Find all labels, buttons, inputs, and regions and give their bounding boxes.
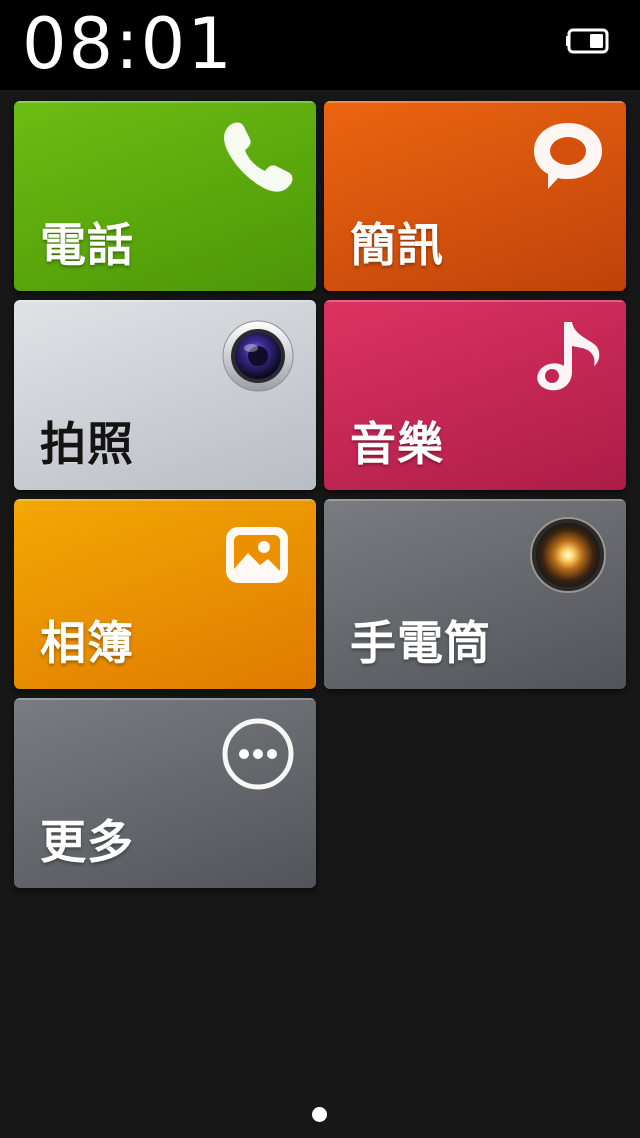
tile-label: 音樂 [350, 417, 444, 471]
tile-label: 電話 [40, 218, 134, 272]
tile-more[interactable]: 更多 [14, 698, 316, 888]
chat-bubble-icon [534, 123, 602, 189]
tile-sms[interactable]: 簡訊 [324, 101, 626, 291]
tile-label: 手電筒 [350, 616, 491, 670]
flashlight-icon [530, 517, 606, 593]
tile-label: 更多 [40, 815, 134, 869]
status-bar: 08:01 [0, 0, 640, 90]
tile-label: 簡訊 [350, 218, 444, 272]
tile-camera[interactable]: 拍照 [14, 300, 316, 490]
page-indicator-dot [312, 1107, 327, 1122]
tile-label: 相簿 [40, 616, 134, 670]
tile-gallery[interactable]: 相簿 [14, 499, 316, 689]
phone-icon [224, 122, 293, 192]
tile-label: 拍照 [40, 417, 134, 471]
gallery-image-icon [226, 527, 288, 583]
music-note-icon [537, 322, 600, 391]
tile-music[interactable]: 音樂 [324, 300, 626, 490]
more-icon [222, 718, 294, 790]
clock: 08:01 [22, 3, 234, 85]
camera-lens-icon [222, 320, 294, 392]
tile-flashlight[interactable]: 手電筒 [324, 499, 626, 689]
tile-phone[interactable]: 電話 [14, 101, 316, 291]
battery-icon [566, 28, 609, 54]
